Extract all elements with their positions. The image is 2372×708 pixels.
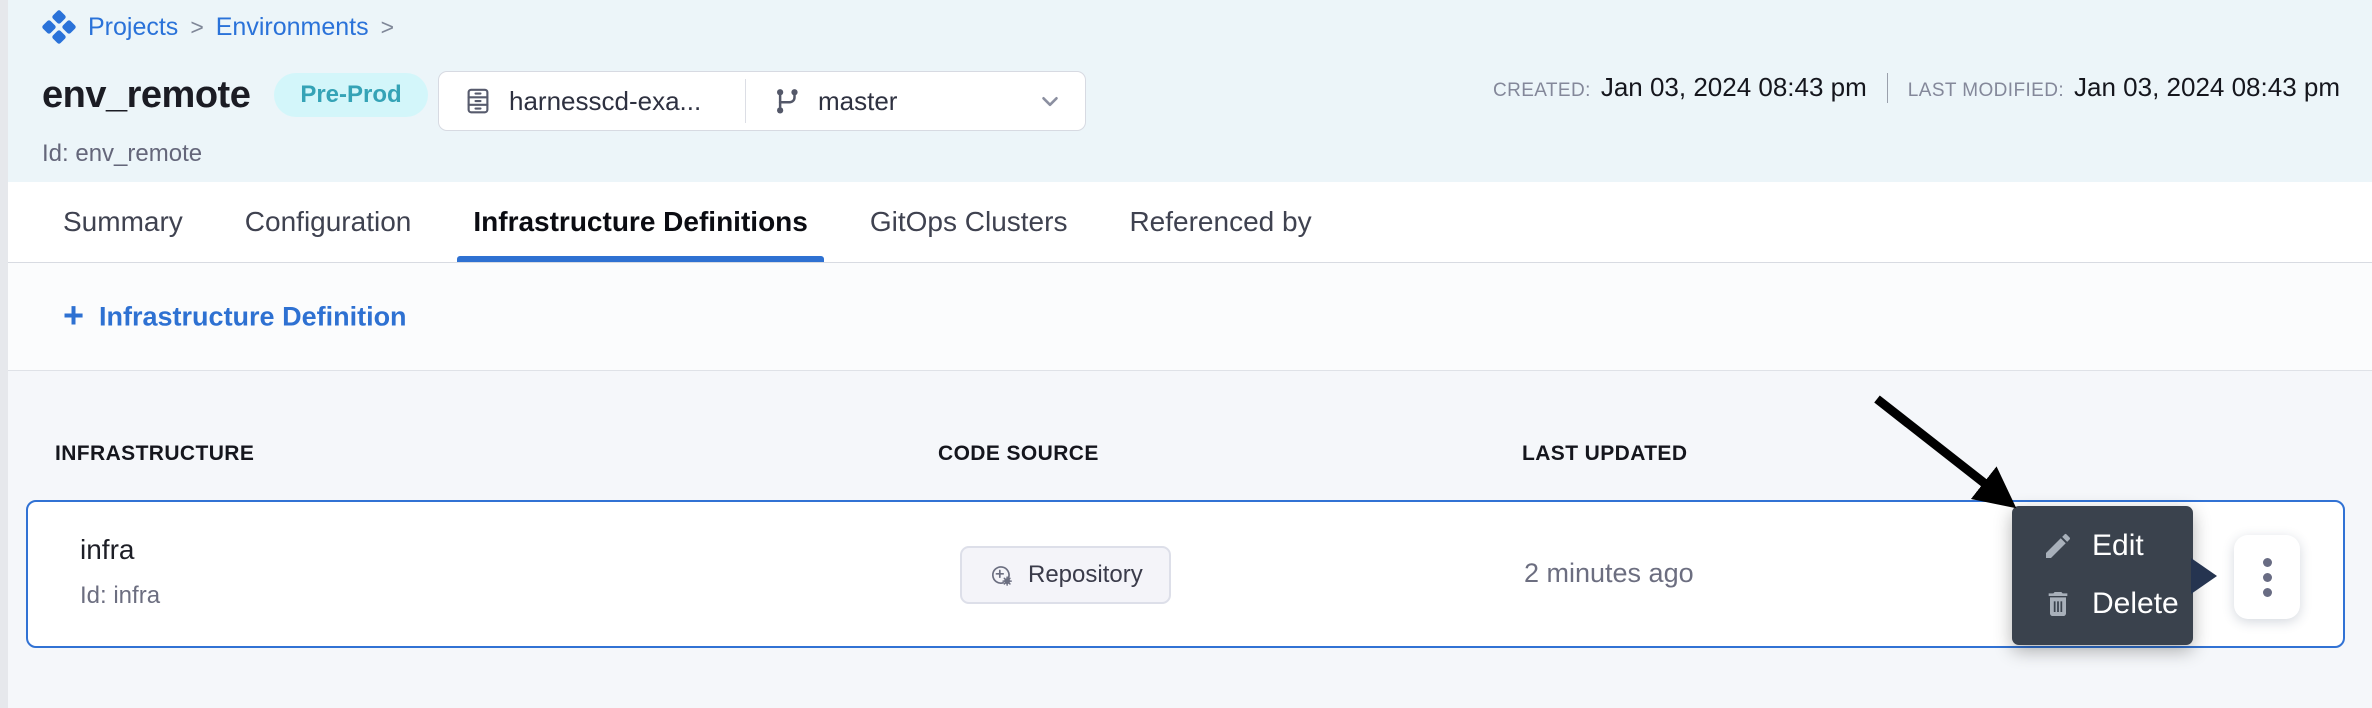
git-branch-icon — [772, 86, 802, 116]
more-vertical-icon — [2263, 573, 2272, 582]
tab-infrastructure-definitions[interactable]: Infrastructure Definitions — [473, 182, 807, 262]
repository-icon — [463, 86, 493, 116]
menu-item-delete[interactable]: Delete — [2012, 575, 2193, 633]
breadcrumb: Projects > Environments > — [42, 10, 394, 44]
column-header-infrastructure: INFRASTRUCTURE — [55, 442, 254, 466]
menu-item-edit[interactable]: Edit — [2012, 517, 2193, 575]
tab-configuration[interactable]: Configuration — [245, 182, 412, 262]
chevron-down-icon — [1037, 88, 1063, 114]
tab-label: GitOps Clusters — [870, 206, 1068, 238]
branch-selector[interactable]: master — [746, 86, 1085, 117]
tab-referenced-by[interactable]: Referenced by — [1129, 182, 1311, 262]
plus-icon: + — [63, 297, 84, 333]
last-updated-value: 2 minutes ago — [1524, 558, 1694, 589]
trash-icon — [2042, 588, 2074, 620]
more-vertical-icon — [2263, 588, 2272, 597]
created-at: CREATED: Jan 03, 2024 08:43 pm — [1493, 72, 1867, 103]
breadcrumb-separator: > — [381, 14, 394, 41]
more-vertical-icon — [2263, 558, 2272, 567]
menu-item-delete-label: Delete — [2092, 587, 2179, 621]
row-more-options-button[interactable] — [2234, 535, 2300, 619]
infrastructure-name: infra — [80, 534, 134, 566]
environment-details-page: Projects > Environments > env_remote Pre… — [0, 0, 2372, 708]
repository-name: harnesscd-exa... — [509, 86, 701, 117]
breadcrumb-projects[interactable]: Projects — [88, 13, 178, 42]
repository-selector[interactable]: harnesscd-exa... — [439, 86, 745, 117]
page-header: Projects > Environments > env_remote Pre… — [8, 0, 2372, 182]
entity-id: Id: env_remote — [42, 140, 202, 168]
tab-label: Summary — [63, 206, 183, 238]
column-header-code-source: CODE SOURCE — [938, 442, 1099, 466]
tab-gitops-clusters[interactable]: GitOps Clusters — [870, 182, 1068, 262]
left-gutter — [0, 0, 8, 708]
add-infrastructure-definition-button[interactable]: + Infrastructure Definition — [63, 300, 407, 333]
created-value: Jan 03, 2024 08:43 pm — [1601, 72, 1867, 103]
timestamps: CREATED: Jan 03, 2024 08:43 pm LAST MODI… — [1493, 72, 2340, 103]
menu-caret — [2191, 558, 2217, 594]
created-label: CREATED: — [1493, 80, 1591, 102]
tab-label: Configuration — [245, 206, 412, 238]
tab-label: Referenced by — [1129, 206, 1311, 238]
remote-repository-icon — [988, 562, 1015, 589]
infrastructure-id: Id: infra — [80, 582, 160, 610]
last-modified-at: LAST MODIFIED: Jan 03, 2024 08:43 pm — [1908, 72, 2340, 103]
projects-icon — [42, 10, 76, 44]
pencil-icon — [2042, 530, 2074, 562]
divider — [1887, 73, 1888, 103]
breadcrumb-separator: > — [190, 14, 203, 41]
code-source-value: Repository — [1028, 561, 1143, 589]
active-tab-underline — [457, 256, 823, 262]
last-modified-label: LAST MODIFIED: — [1908, 80, 2064, 102]
branch-name: master — [818, 86, 897, 117]
last-modified-value: Jan 03, 2024 08:43 pm — [2074, 72, 2340, 103]
breadcrumb-environments[interactable]: Environments — [216, 13, 369, 42]
git-details-selector: harnesscd-exa... master — [438, 71, 1086, 131]
tab-label: Infrastructure Definitions — [473, 206, 807, 238]
menu-item-edit-label: Edit — [2092, 529, 2144, 563]
page-title: env_remote — [42, 74, 250, 117]
title-row: env_remote Pre-Prod — [42, 62, 428, 128]
column-header-last-updated: LAST UPDATED — [1522, 442, 1687, 466]
tab-bar: Summary Configuration Infrastructure Def… — [8, 182, 2372, 263]
env-type-badge: Pre-Prod — [274, 73, 427, 117]
add-infrastructure-definition-label: Infrastructure Definition — [99, 301, 407, 332]
row-context-menu: Edit Delete — [2012, 506, 2193, 645]
table-row-infra[interactable]: infra Id: infra Repository — [26, 500, 2345, 648]
code-source-chip: Repository — [960, 546, 1171, 604]
toolbar-section: + Infrastructure Definition — [8, 263, 2372, 371]
tab-summary[interactable]: Summary — [63, 182, 183, 262]
